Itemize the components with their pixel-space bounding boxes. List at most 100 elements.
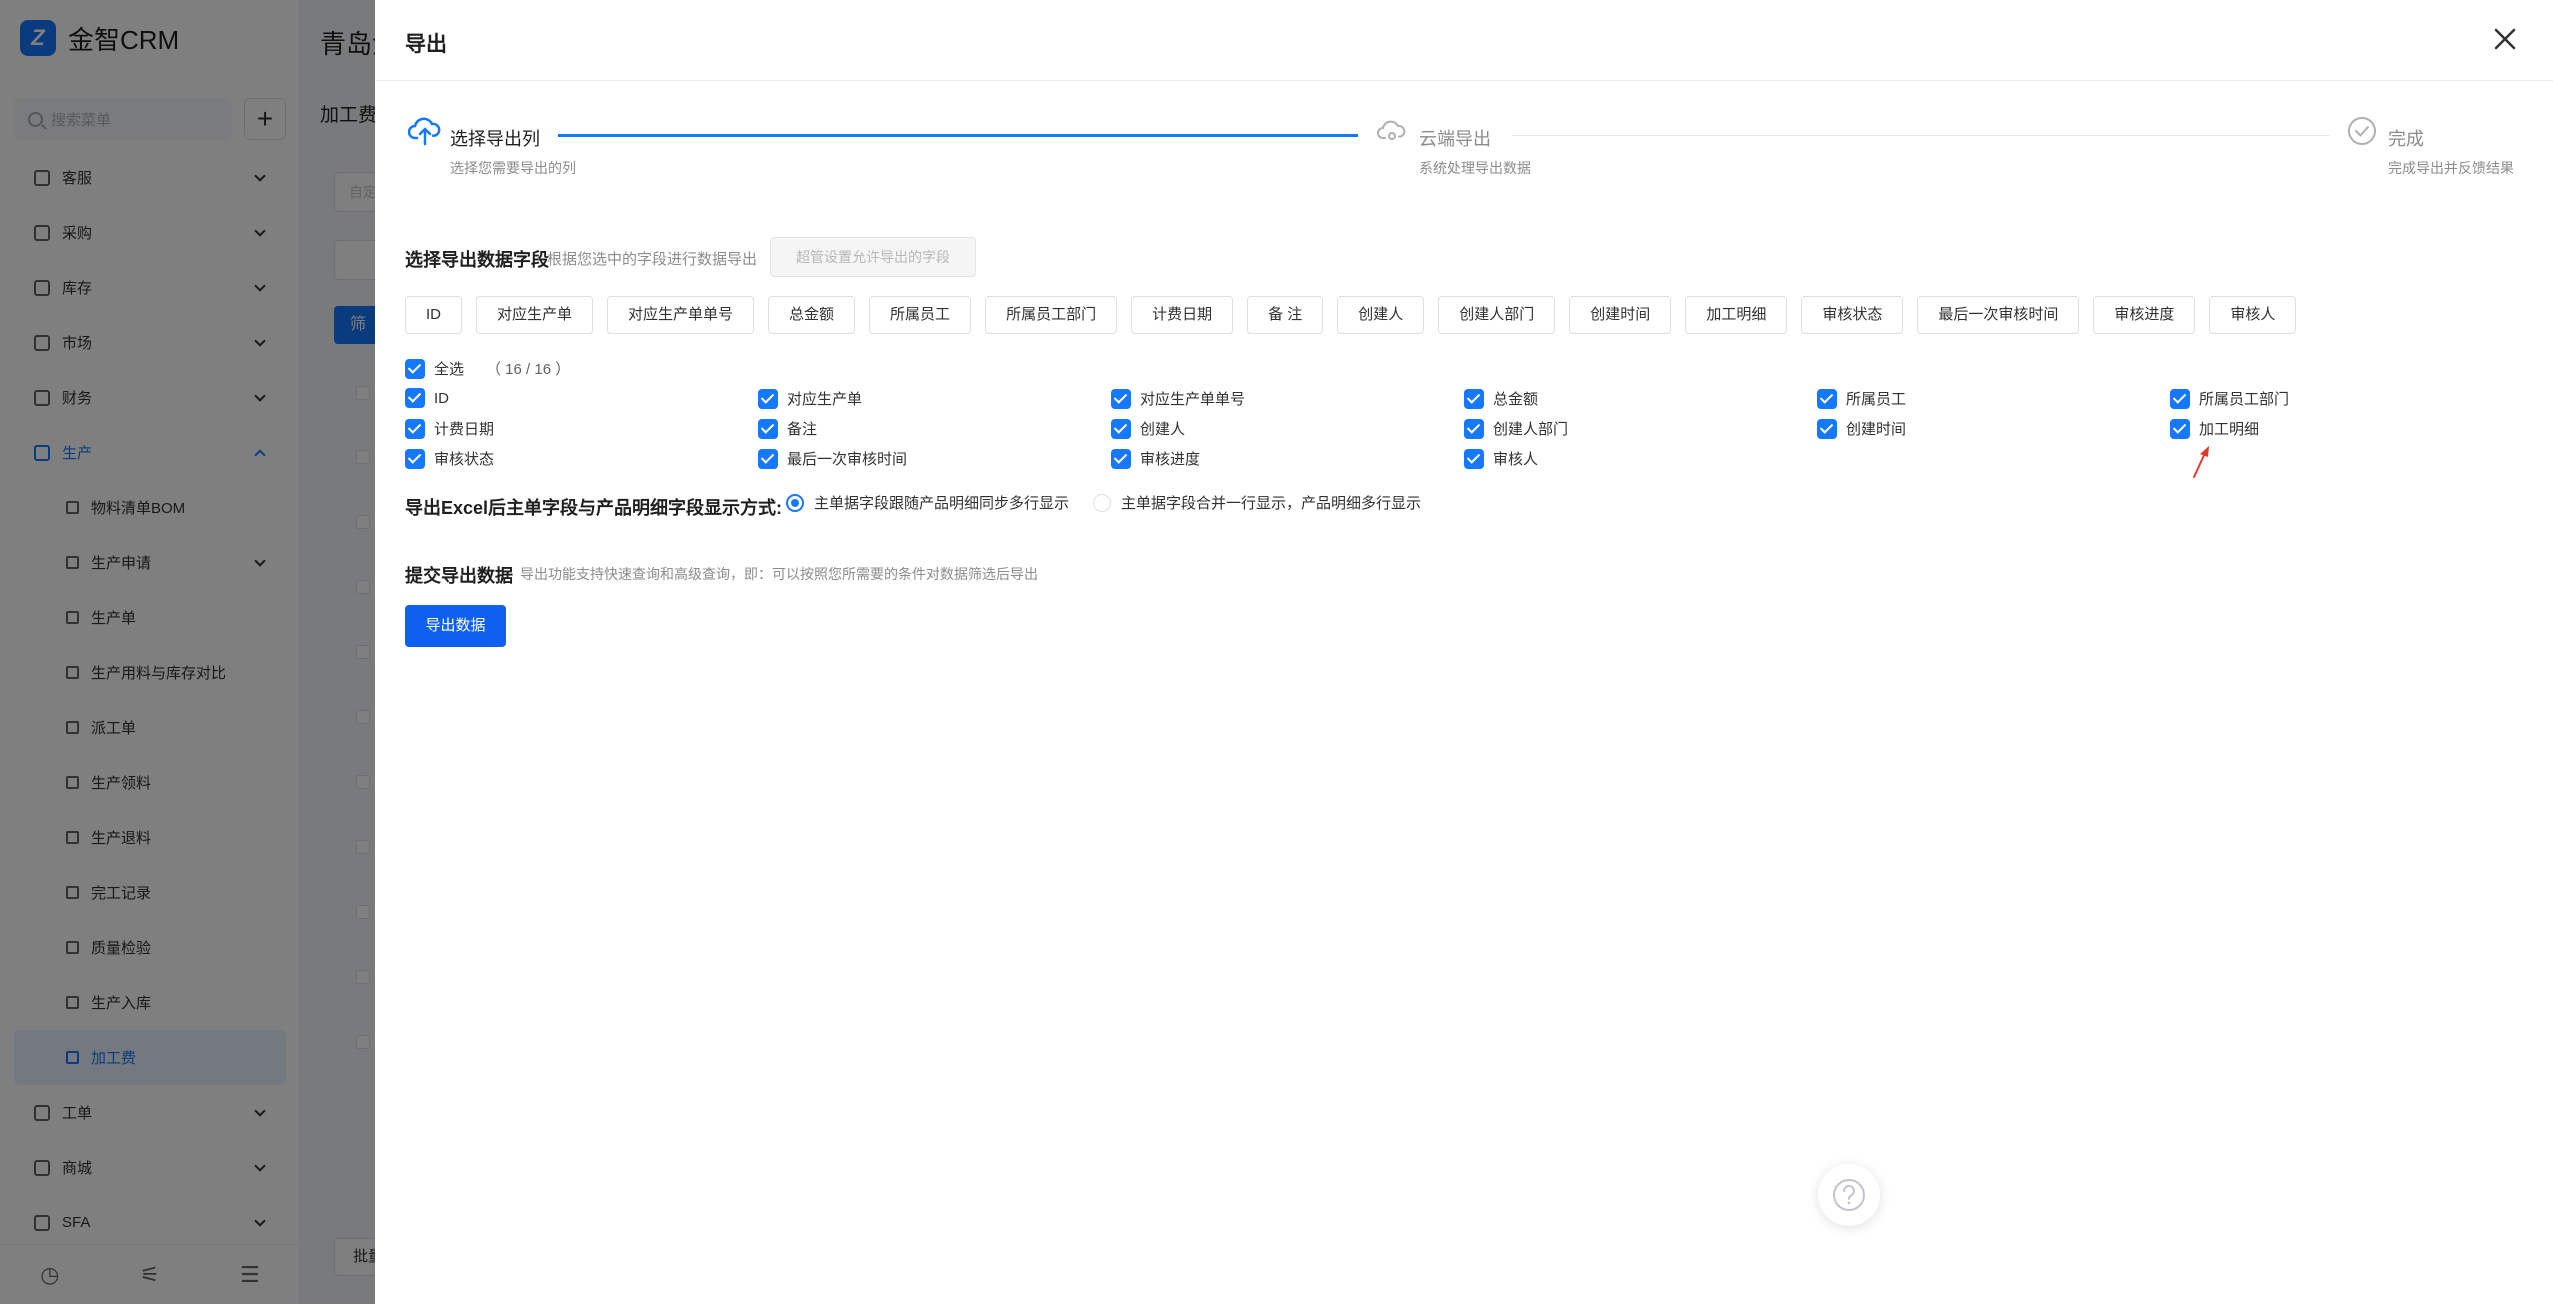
- field-checkbox-label: 计费日期: [434, 421, 495, 438]
- admin-settings-button: 超管设置允许导出的字段: [770, 237, 976, 277]
- radio-label: 主单据字段跟随产品明细同步多行显示: [814, 495, 1070, 512]
- display-mode-option-merge[interactable]: 主单据字段合并一行显示，产品明细多行显示: [1093, 492, 1421, 513]
- field-checkbox[interactable]: 创建人: [1111, 418, 1185, 439]
- question-circle-icon: [1833, 1179, 1865, 1211]
- step-3-desc: 完成导出并反馈结果: [2388, 160, 2514, 176]
- checkbox-checked-icon: [405, 388, 425, 408]
- field-checkbox-label: 创建人部门: [1493, 421, 1569, 438]
- cloud-upload-icon: [408, 117, 441, 146]
- field-checkbox-label: 最后一次审核时间: [787, 451, 908, 468]
- field-checkbox[interactable]: 总金额: [1464, 388, 1538, 409]
- field-checkbox[interactable]: 审核人: [1464, 448, 1538, 469]
- field-checkbox-label: 所属员工: [1846, 391, 1907, 408]
- step-2-connector: [1512, 135, 2330, 136]
- field-checkbox-label: 审核进度: [1140, 451, 1201, 468]
- field-tag[interactable]: 计费日期: [1131, 296, 1234, 334]
- select-all-checkbox[interactable]: 全选 （ 16 / 16 ）: [405, 358, 570, 379]
- cloud-icon: [1377, 120, 1406, 140]
- annotation-arrow-icon: [2193, 446, 2209, 478]
- checkbox-checked-icon: [1111, 388, 1131, 409]
- checkbox-checked-icon: [1111, 418, 1131, 439]
- checkbox-checked-icon: [1817, 418, 1837, 439]
- display-mode-radio-group: 主单据字段跟随产品明细同步多行显示 主单据字段合并一行显示，产品明细多行显示: [786, 492, 1445, 513]
- field-checkbox[interactable]: ID: [405, 388, 449, 408]
- field-checkbox-label: 审核人: [1493, 451, 1539, 468]
- select-all-label: 全选: [434, 361, 465, 378]
- field-tag[interactable]: 创建时间: [1569, 296, 1672, 334]
- checkbox-checked-icon: [758, 388, 778, 409]
- field-tag[interactable]: 审核进度: [2093, 296, 2196, 334]
- checkbox-checked-icon: [405, 418, 425, 439]
- field-checkbox[interactable]: 加工明细: [2170, 418, 2259, 439]
- checkbox-checked-icon: [2170, 418, 2190, 439]
- field-tag[interactable]: 最后一次审核时间: [1917, 296, 2080, 334]
- field-tag[interactable]: 所属员工部门: [985, 296, 1118, 334]
- field-checkbox[interactable]: 备注: [758, 418, 817, 439]
- field-checkbox-label: ID: [434, 389, 449, 407]
- field-checkbox-label: 总金额: [1493, 391, 1539, 408]
- checkbox-checked-icon: [405, 448, 425, 469]
- field-checkbox[interactable]: 最后一次审核时间: [758, 448, 907, 469]
- export-drawer: 导出 选择导出列 选择您需要导出的列 云端导出 系统处理导出数据 完成 完成导出…: [375, 0, 2553, 1304]
- checkbox-checked-icon: [758, 448, 778, 469]
- drawer-header: 导出: [375, 0, 2553, 81]
- field-checkbox-label: 所属员工部门: [2199, 391, 2290, 408]
- field-section-label: 选择导出数据字段: [405, 250, 549, 270]
- radio-selected-icon: [786, 493, 804, 512]
- field-tag[interactable]: 备 注: [1247, 296, 1324, 334]
- field-tag[interactable]: 审核人: [2209, 296, 2297, 334]
- field-checkbox-label: 对应生产单: [787, 391, 863, 408]
- display-mode-option-sync[interactable]: 主单据字段跟随产品明细同步多行显示: [786, 492, 1069, 513]
- checkbox-checked-icon: [1464, 448, 1484, 469]
- step-1-desc: 选择您需要导出的列: [450, 160, 576, 176]
- step-1-title: 选择导出列: [450, 129, 540, 149]
- field-tag[interactable]: 所属员工: [869, 296, 972, 334]
- checkbox-checked-icon: [758, 418, 778, 439]
- field-checkbox[interactable]: 审核进度: [1111, 448, 1200, 469]
- step-2-title: 云端导出: [1419, 129, 1491, 149]
- field-tag[interactable]: 总金额: [768, 296, 856, 334]
- field-checkbox-label: 创建人: [1140, 421, 1186, 438]
- step-2-desc: 系统处理导出数据: [1419, 160, 1531, 176]
- field-tag[interactable]: 对应生产单: [476, 296, 594, 334]
- field-checkbox-label: 备注: [787, 421, 818, 438]
- field-tag[interactable]: 加工明细: [1685, 296, 1788, 334]
- export-data-button[interactable]: 导出数据: [405, 605, 506, 647]
- close-icon[interactable]: [2488, 22, 2522, 56]
- field-section-hint: 根据您选中的字段进行数据导出: [547, 251, 758, 268]
- field-checkbox-label: 审核状态: [434, 451, 495, 468]
- field-checkbox-label: 加工明细: [2199, 421, 2260, 438]
- field-tag[interactable]: 审核状态: [1801, 296, 1904, 334]
- field-checkbox[interactable]: 对应生产单单号: [1111, 388, 1245, 409]
- field-checkbox-label: 创建时间: [1846, 421, 1907, 438]
- display-mode-label: 导出Excel后主单字段与产品明细字段显示方式:: [405, 498, 783, 518]
- checkbox-checked-icon: [2170, 388, 2190, 409]
- submit-section-label: 提交导出数据: [405, 566, 513, 586]
- help-button[interactable]: [1818, 1164, 1880, 1226]
- field-tag[interactable]: 创建人: [1337, 296, 1425, 334]
- field-checkbox[interactable]: 审核状态: [405, 448, 494, 469]
- field-tag[interactable]: ID: [405, 296, 462, 334]
- field-checkbox[interactable]: 所属员工部门: [2170, 388, 2289, 409]
- field-checkbox[interactable]: 计费日期: [405, 418, 494, 439]
- field-tag[interactable]: 创建人部门: [1438, 296, 1556, 334]
- drawer-title: 导出: [405, 33, 447, 56]
- radio-unselected-icon: [1093, 493, 1112, 512]
- checkbox-checked-icon: [1111, 448, 1131, 469]
- field-checkbox[interactable]: 所属员工: [1817, 388, 1906, 409]
- field-checkbox[interactable]: 创建人部门: [1464, 418, 1568, 439]
- select-all-count: （ 16 / 16 ）: [486, 361, 571, 378]
- radio-label: 主单据字段合并一行显示，产品明细多行显示: [1121, 495, 1422, 512]
- selected-field-tags: ID 对应生产单 对应生产单单号 总金额 所属员工 所属员工部门 计费日期 备 …: [405, 296, 2297, 334]
- field-checkbox[interactable]: 对应生产单: [758, 388, 862, 409]
- checkbox-checked-icon: [1464, 418, 1484, 439]
- step-3-title: 完成: [2388, 129, 2424, 149]
- checkbox-checked-icon: [1464, 388, 1484, 409]
- checkbox-checked-icon: [405, 358, 425, 379]
- field-checkbox[interactable]: 创建时间: [1817, 418, 1906, 439]
- field-tag[interactable]: 对应生产单单号: [607, 296, 755, 334]
- field-checkbox-label: 对应生产单单号: [1140, 391, 1246, 408]
- step-1-connector: [558, 134, 1358, 137]
- check-circle-icon: [2348, 117, 2376, 145]
- submit-section-hint: 导出功能支持快速查询和高级查询，即：可以按照您所需要的条件对数据筛选后导出: [520, 566, 1038, 582]
